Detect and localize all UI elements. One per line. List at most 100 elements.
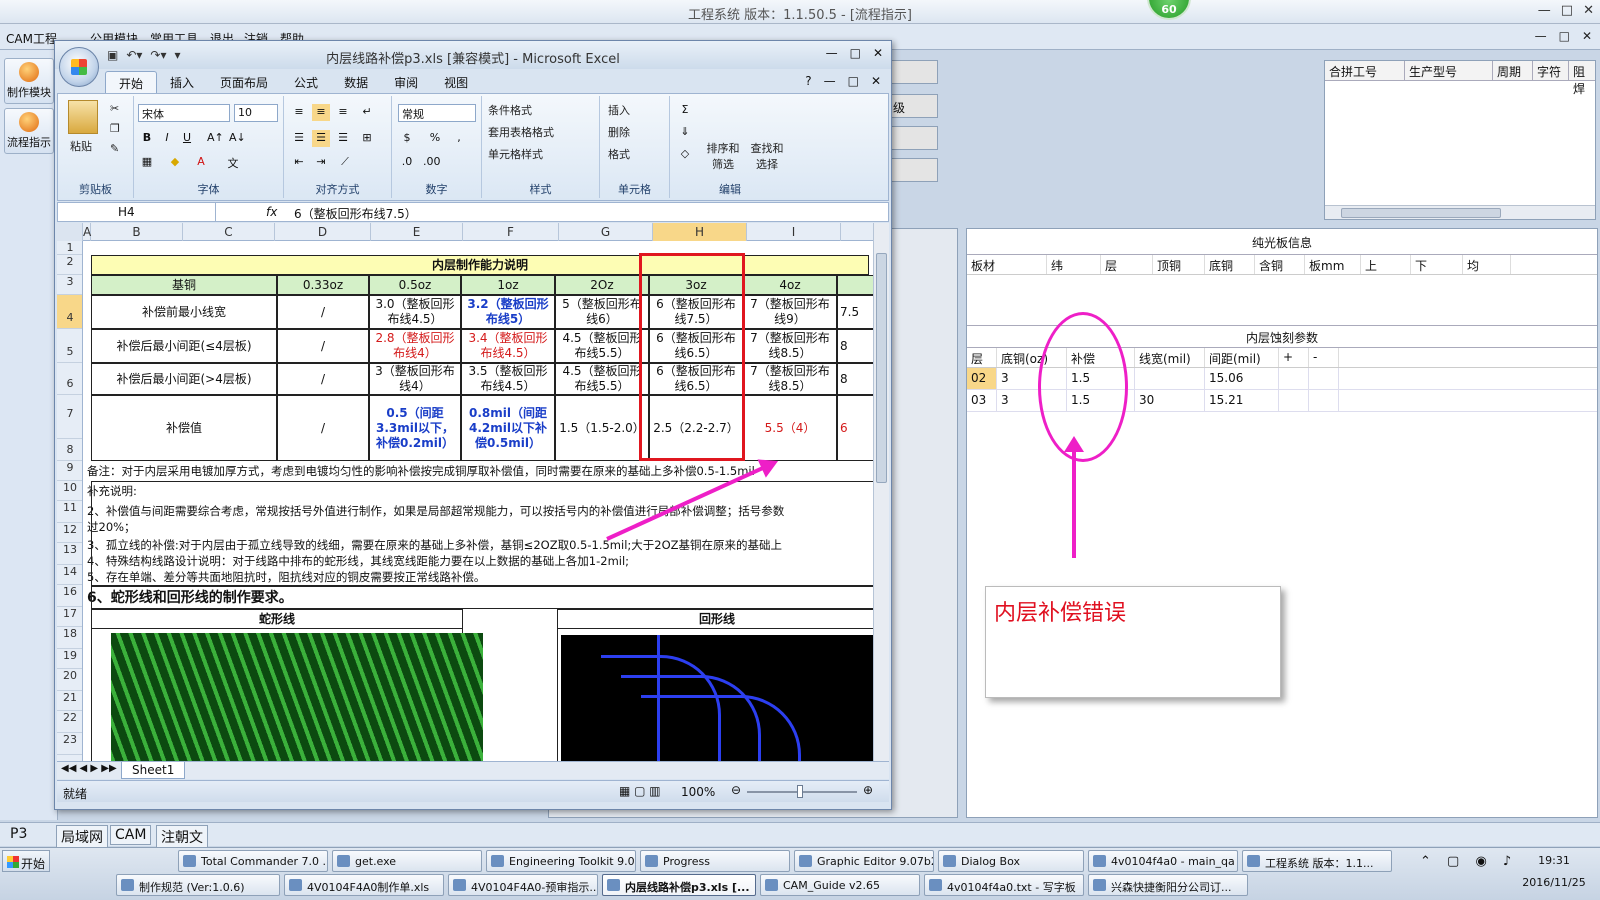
zoom-slider-thumb[interactable] [797, 785, 803, 798]
task-spec[interactable]: 制作规范 (Ver:1.0.6) [116, 874, 280, 896]
fill-icon[interactable]: ⇓ [676, 124, 694, 141]
table-title[interactable]: 内层制作能力说明 [91, 255, 869, 275]
col-header-d[interactable]: D [275, 223, 371, 241]
row-header[interactable]: 9 [57, 461, 82, 481]
row-header[interactable]: 12 [57, 523, 82, 543]
scroll-thumb[interactable] [876, 253, 887, 483]
row-label[interactable]: 补偿后最小间距(>4层板) [91, 363, 277, 395]
delete-cells-button[interactable]: 删除 [608, 124, 630, 140]
stub-button-3[interactable] [886, 126, 938, 150]
col-copper[interactable]: 含铜 [1255, 255, 1305, 274]
tab-cam[interactable]: CAM [110, 825, 152, 845]
undo-icon[interactable]: ↶▾ [126, 48, 142, 62]
col-material[interactable]: 板材 [967, 255, 1047, 274]
data-cell[interactable]: 7（整板回形布线8.5） [743, 329, 837, 363]
help-icon[interactable]: ? [805, 74, 811, 88]
data-cell[interactable]: 5（整板回形布线6） [555, 295, 649, 329]
mdi-restore-button[interactable]: □ [1559, 29, 1570, 43]
row-header[interactable]: 11 [57, 501, 82, 523]
task-review[interactable]: 4V0104F4A0-预审指示.... [448, 874, 598, 896]
data-cell[interactable]: 0.8mil（间距4.2mil以下补偿0.5mil） [461, 395, 555, 461]
select-all[interactable] [57, 223, 83, 241]
tab-lan[interactable]: 局域网 [56, 825, 108, 849]
col-etch-minus[interactable]: - [1309, 348, 1339, 367]
data-cell[interactable]: 3.2（整板回形布线5） [461, 295, 555, 329]
excel-minimize-button[interactable]: — [826, 46, 838, 60]
decrease-font-icon[interactable]: A↓ [228, 130, 246, 147]
tab-page-layout[interactable]: 页面布局 [207, 71, 281, 93]
data-cell[interactable]: 3.4（整板回形布线4.5） [461, 329, 555, 363]
scroll-thumb[interactable] [1341, 208, 1501, 218]
align-center-icon[interactable]: ☰ [312, 130, 330, 147]
task-engineering-toolkit[interactable]: Engineering Toolkit 9.0... [486, 850, 636, 872]
percent-icon[interactable]: % [426, 130, 444, 147]
tab-formulas[interactable]: 公式 [281, 71, 331, 93]
header-1oz[interactable]: 1oz [461, 275, 555, 295]
bold-icon[interactable]: B [138, 130, 156, 147]
header-033oz[interactable]: 0.33oz [277, 275, 369, 295]
zoom-out-icon[interactable]: ⊖ [731, 783, 741, 797]
row-header[interactable]: 18 [57, 627, 82, 649]
task-job-sheet[interactable]: 4V0104F4A0制作单.xls [284, 874, 444, 896]
data-cell[interactable]: 6 [837, 395, 875, 461]
menu-cam[interactable]: CAM工程 [6, 30, 57, 47]
format-painter-icon[interactable]: ✎ [110, 142, 119, 155]
col-board-mm[interactable]: 板mm [1305, 255, 1361, 274]
row-header[interactable]: 16 [57, 585, 82, 607]
currency-icon[interactable]: $ [398, 130, 416, 147]
data-cell[interactable]: / [277, 329, 369, 363]
number-format-box[interactable]: 常规 [398, 104, 476, 122]
col-bottom-copper[interactable]: 底铜 [1205, 255, 1255, 274]
header-base-copper[interactable]: 基铜 [91, 275, 277, 295]
conditional-format-button[interactable]: 条件格式 [488, 102, 532, 118]
font-size-box[interactable]: 10 [234, 104, 278, 122]
task-engineering-system[interactable]: 工程系统 版本：1.1... [1242, 850, 1392, 872]
col-cycle[interactable]: 周期 [1493, 61, 1533, 80]
mdi-close-button[interactable]: ✕ [1582, 29, 1592, 43]
row-header[interactable]: 19 [57, 649, 82, 669]
clear-icon[interactable]: ◇ [676, 146, 694, 163]
row-label[interactable]: 补偿值 [91, 395, 277, 461]
data-cell[interactable]: 7.5 [837, 295, 875, 329]
view-mode-icons[interactable]: ▦ ▢ ▥ [619, 784, 661, 798]
task-dialog-box[interactable]: Dialog Box [938, 850, 1084, 872]
header-overflow[interactable] [837, 275, 875, 295]
border-icon[interactable]: ▦ [138, 154, 156, 171]
col-model[interactable]: 生产型号 [1405, 61, 1493, 80]
merge-icon[interactable]: ⊞ [358, 130, 376, 147]
zoom-in-icon[interactable]: ⊕ [863, 783, 873, 797]
name-box[interactable]: H4 [58, 203, 216, 221]
task-excel-active[interactable]: 内层线路补偿p3.xls [... [602, 874, 756, 896]
redo-icon[interactable]: ↷▾ [150, 48, 166, 62]
formula-input[interactable]: 6（整板回形布线7.5） [294, 205, 417, 222]
col-header-h[interactable]: H [653, 223, 747, 241]
data-cell[interactable]: 4.5（整板回形布线5.5） [555, 363, 649, 395]
mdi-minimize-button[interactable]: — [1535, 29, 1547, 43]
data-cell[interactable]: 5.5（4） [743, 395, 837, 461]
customize-qat-icon[interactable]: ▾ [175, 48, 181, 62]
fx-icon[interactable]: fx [266, 205, 277, 219]
align-right-icon[interactable]: ☰ [334, 130, 352, 147]
row-header[interactable]: 22 [57, 711, 82, 733]
row-label[interactable]: 补偿后最小间距(≤4层板) [91, 329, 277, 363]
close-button[interactable]: ✕ [1583, 3, 1594, 18]
task-wordpad[interactable]: 4v0104f4a0.txt - 写字板 [924, 874, 1084, 896]
sheet-nav-icon[interactable]: ◀◀ ◀ ▶ ▶▶ [61, 763, 117, 774]
col-header-i[interactable]: I [747, 223, 841, 241]
cut-icon[interactable]: ✂ [110, 102, 119, 115]
col-lower[interactable]: 下 [1411, 255, 1463, 274]
align-left-icon[interactable]: ☰ [290, 130, 308, 147]
decrease-decimal-icon[interactable]: .00 [422, 154, 441, 171]
tray-icons[interactable]: ⌃ ▢ ◉ ♪ [1420, 854, 1517, 869]
loop-line-label[interactable]: 回形线 [557, 609, 875, 629]
minimize-button[interactable]: — [1538, 3, 1551, 18]
comma-icon[interactable]: , [450, 130, 468, 147]
task-total-commander[interactable]: Total Commander 7.0 ... [178, 850, 328, 872]
underline-icon[interactable]: U [178, 130, 196, 147]
horizontal-scrollbar[interactable] [1325, 205, 1595, 219]
row-header[interactable]: 20 [57, 669, 82, 691]
task-main-qa[interactable]: 4v0104f4a0 - main_qa [1088, 850, 1238, 872]
data-cell[interactable]: 7（整板回形布线8.5） [743, 363, 837, 395]
increase-font-icon[interactable]: A↑ [206, 130, 224, 147]
row-header-selected[interactable]: 4 [57, 295, 82, 329]
